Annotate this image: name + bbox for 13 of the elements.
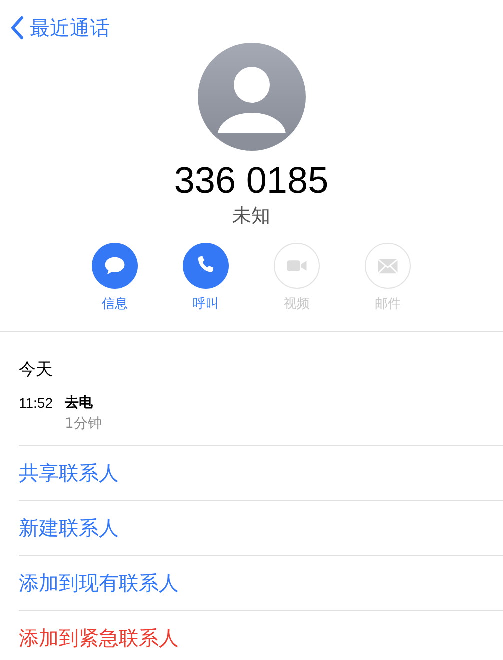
contact-action-link[interactable]: 添加到紧急联系人 [19,624,179,652]
back-chevron-icon [10,16,24,40]
call-type: 去电 [65,394,94,413]
contact-action-link[interactable]: 添加到现有联系人 [19,570,179,596]
call-duration: 1分钟 [65,415,102,433]
call-time: 11:52 [19,394,53,413]
back-button[interactable]: 最近通话 [10,14,110,42]
history-date: 今天 [19,359,54,381]
contact-action-link[interactable]: 共享联系人 [19,460,119,486]
phone-number: 336 0185 [174,159,329,203]
caller-label: 未知 [232,204,270,229]
avatar-icon [198,43,306,151]
contact-action-link[interactable]: 新建联系人 [19,514,119,542]
